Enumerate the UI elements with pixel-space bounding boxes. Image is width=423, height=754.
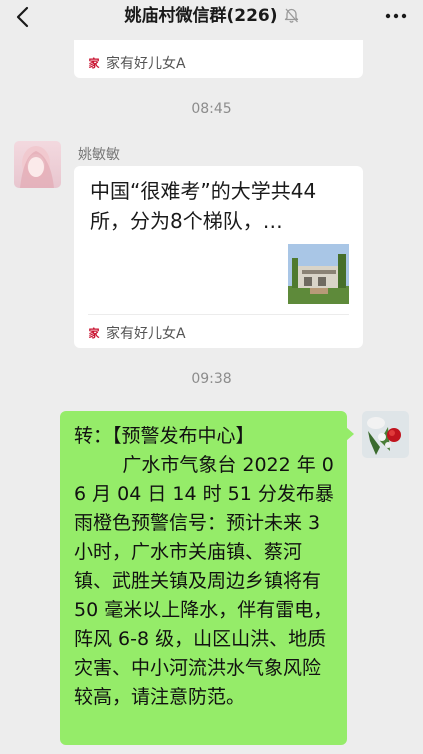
- timestamp: 09:38: [191, 371, 232, 387]
- chat-header: 姚庙村微信群(226): [0, 0, 423, 34]
- shared-article-card[interactable]: 中国“很难考”的大学共44所，分为8个梯队，… 家 家有好儿女A: [74, 166, 363, 348]
- avatar[interactable]: [14, 141, 61, 188]
- card-source-name: 家有好儿女A: [106, 56, 186, 72]
- back-arrow-icon[interactable]: [10, 5, 38, 29]
- card-source-name: 家有好儿女A: [106, 326, 186, 342]
- own-message-bubble[interactable]: 转：【预警发布中心】 广水市气象台 2022 年 06 月 04 日 14 时 …: [60, 411, 354, 745]
- avatar-image: [362, 411, 409, 458]
- card-source: 家 家有好儿女A: [88, 323, 186, 343]
- chat-title: 姚庙村微信群(226): [124, 6, 278, 26]
- avatar-image: [14, 141, 61, 188]
- article-title: 中国“很难考”的大学共44所，分为8个梯队，…: [90, 179, 317, 233]
- card-source: 家 家有好儿女A: [88, 53, 186, 73]
- source-logo-icon: 家: [88, 327, 100, 340]
- card-divider: [88, 314, 349, 315]
- mute-bell-icon: [284, 8, 298, 23]
- message-text: 转：【预警发布中心】 广水市气象台 2022 年 06 月 04 日 14 时 …: [74, 425, 334, 708]
- chat-title-wrap[interactable]: 姚庙村微信群(226): [60, 5, 363, 27]
- sender-name: 姚敏敏: [78, 147, 120, 163]
- source-logo-icon: 家: [88, 57, 100, 70]
- own-avatar[interactable]: [362, 411, 409, 458]
- article-thumbnail: [288, 244, 349, 304]
- timestamp: 08:45: [191, 101, 232, 117]
- more-dots-icon[interactable]: [383, 6, 409, 26]
- shared-card-top[interactable]: 家 家有好儿女A: [74, 40, 363, 78]
